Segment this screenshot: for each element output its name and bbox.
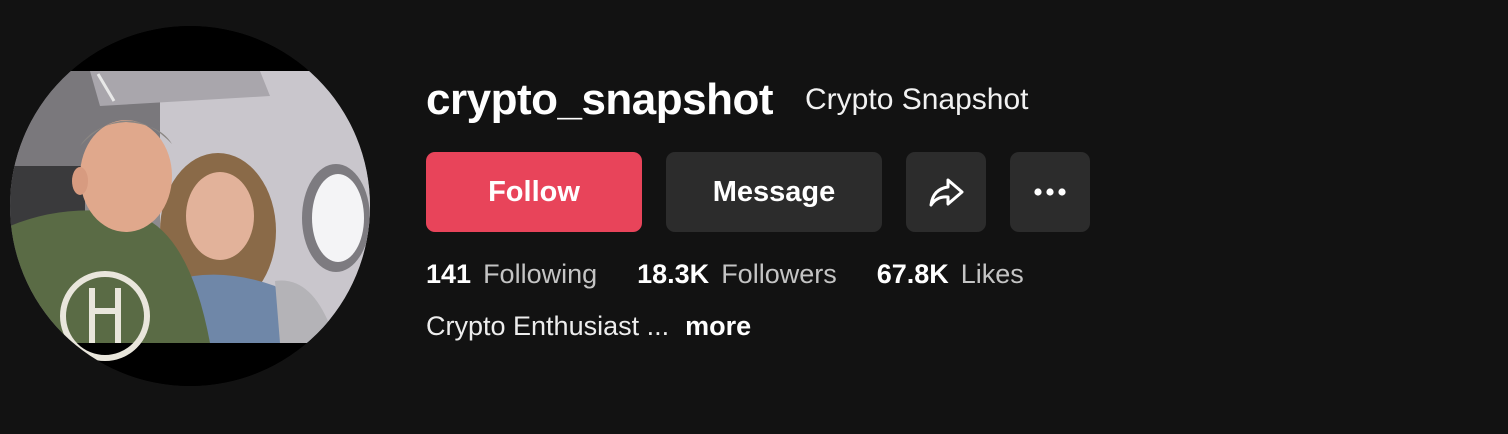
- bio-more-link[interactable]: more: [685, 311, 751, 342]
- follow-button[interactable]: Follow: [426, 152, 642, 232]
- following-label: Following: [483, 258, 598, 289]
- likes-label: Likes: [960, 258, 1024, 289]
- avatar-photo: [10, 26, 370, 386]
- following-count: 141: [426, 258, 472, 289]
- stat-following[interactable]: 141 Following: [426, 259, 597, 290]
- share-button[interactable]: [906, 152, 986, 232]
- profile-info: crypto_snapshot Crypto Snapshot Follow M…: [426, 0, 1486, 434]
- message-button[interactable]: Message: [666, 152, 882, 232]
- name-row: crypto_snapshot Crypto Snapshot: [426, 70, 1028, 130]
- stat-likes: 67.8K Likes: [877, 259, 1024, 290]
- bio-text: Crypto Enthusiast ...: [426, 310, 670, 341]
- more-options-button[interactable]: [1010, 152, 1090, 232]
- avatar[interactable]: [10, 26, 370, 386]
- bio: Crypto Enthusiast ... more: [426, 306, 751, 346]
- username: crypto_snapshot: [426, 75, 774, 124]
- follow-button-label: Follow: [488, 175, 580, 208]
- display-name: Crypto Snapshot: [805, 83, 1029, 116]
- action-buttons: Follow Message: [426, 152, 1090, 232]
- stats-row: 141 Following 18.3K Followers 67.8K Like…: [426, 254, 1024, 294]
- likes-count: 67.8K: [876, 258, 949, 289]
- followers-label: Followers: [721, 258, 837, 289]
- message-button-label: Message: [712, 175, 836, 208]
- share-icon: [929, 178, 964, 207]
- stat-followers[interactable]: 18.3K Followers: [637, 259, 837, 290]
- more-icon: [1034, 188, 1066, 196]
- followers-count: 18.3K: [637, 258, 710, 289]
